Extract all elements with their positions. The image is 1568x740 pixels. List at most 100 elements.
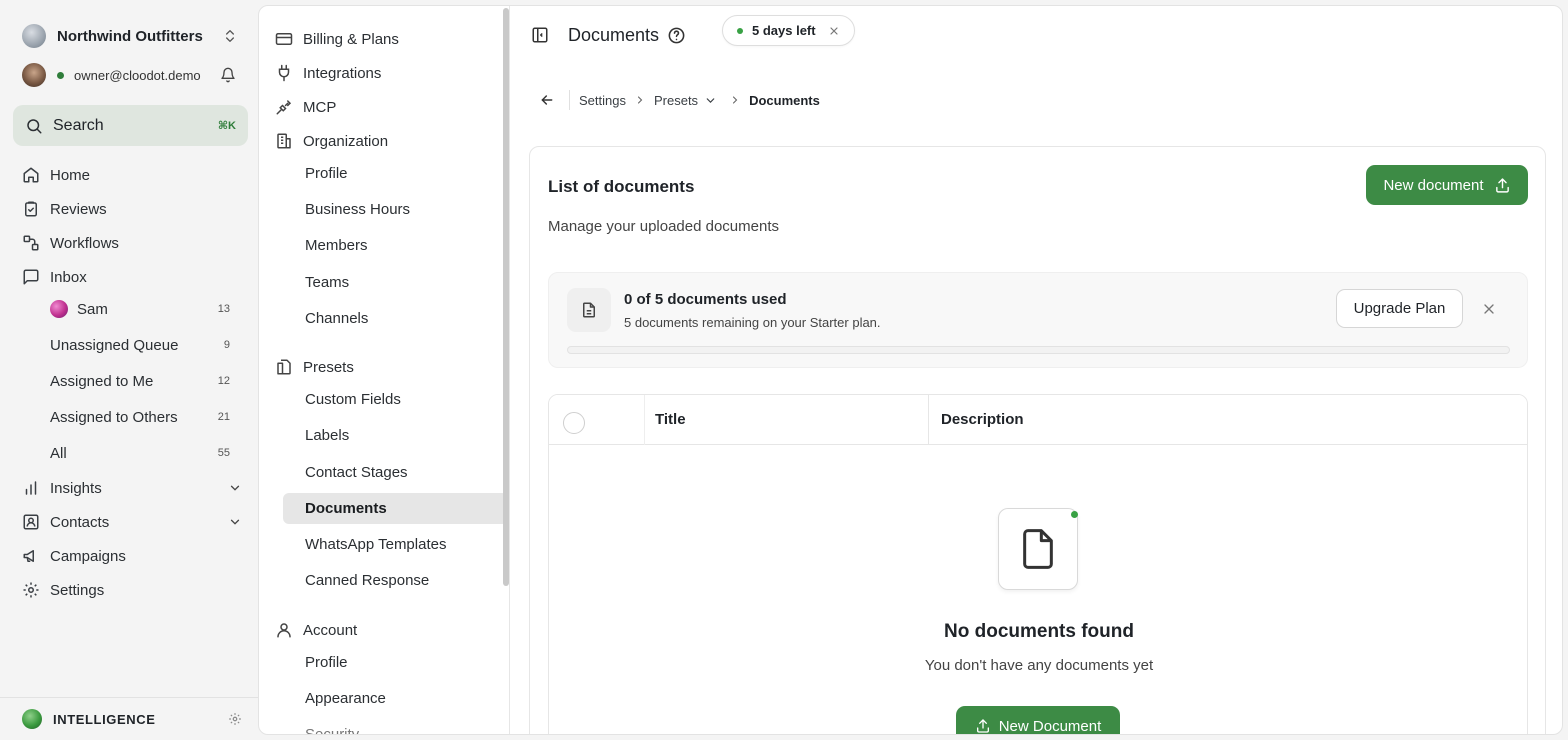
settings-appearance[interactable]: Appearance bbox=[283, 683, 508, 714]
inbox-item-label: All bbox=[50, 444, 67, 462]
avatar bbox=[50, 300, 68, 318]
empty-state-subtitle: You don't have any documents yet bbox=[924, 657, 1154, 674]
plug-connect-icon bbox=[275, 98, 293, 116]
message-square-icon bbox=[22, 268, 40, 286]
empty-state-title: No documents found bbox=[944, 621, 1134, 642]
settings-presets-label: Presets bbox=[303, 358, 354, 376]
chevron-down-icon[interactable] bbox=[704, 94, 717, 107]
settings-teams[interactable]: Teams bbox=[283, 267, 508, 298]
close-icon[interactable] bbox=[828, 25, 840, 37]
settings-account[interactable]: Account bbox=[275, 616, 505, 644]
nav-workflows-label: Workflows bbox=[50, 234, 119, 252]
search-button[interactable]: Search ⌘K bbox=[13, 105, 248, 146]
settings-labels[interactable]: Labels bbox=[283, 420, 508, 451]
inbox-item-label: Unassigned Queue bbox=[50, 336, 179, 354]
settings-integrations-label: Integrations bbox=[303, 64, 382, 82]
settings-documents[interactable]: Documents bbox=[283, 493, 508, 524]
inbox-item-assigned-to-me[interactable]: Assigned to Me 12 bbox=[38, 366, 238, 396]
help-circle-icon[interactable] bbox=[667, 26, 686, 45]
upgrade-plan-button[interactable]: Upgrade Plan bbox=[1336, 289, 1463, 328]
bell-icon[interactable] bbox=[220, 67, 236, 83]
documents-table: Title Description No documents found You… bbox=[548, 394, 1528, 734]
gear-icon[interactable] bbox=[228, 712, 242, 726]
settings-account-label: Account bbox=[303, 621, 358, 639]
settings-presets[interactable]: Presets bbox=[275, 353, 505, 381]
arrow-left-icon[interactable] bbox=[539, 92, 555, 108]
inbox-item-sam[interactable]: Sam 13 bbox=[38, 294, 238, 324]
settings-custom-fields[interactable]: Custom Fields bbox=[283, 384, 508, 415]
settings-channels[interactable]: Channels bbox=[283, 303, 508, 334]
settings-mcp-label: MCP bbox=[303, 98, 337, 116]
select-all-checkbox[interactable] bbox=[563, 412, 585, 434]
inbox-item-all[interactable]: All 55 bbox=[38, 438, 238, 468]
clipboard-check-icon bbox=[22, 200, 40, 218]
new-document-button[interactable]: New document bbox=[1366, 165, 1528, 205]
empty-new-document-button[interactable]: New Document bbox=[956, 706, 1120, 734]
settings-org-profile[interactable]: Profile bbox=[283, 158, 508, 189]
user-email: owner@cloodot.demo bbox=[74, 67, 201, 83]
settings-whatsapp-templates[interactable]: WhatsApp Templates bbox=[283, 529, 508, 560]
column-header-title[interactable]: Title bbox=[655, 411, 686, 428]
nav-home[interactable]: Home bbox=[12, 160, 248, 190]
intelligence-bar[interactable]: INTELLIGENCE bbox=[0, 697, 258, 740]
avatar bbox=[22, 63, 46, 87]
settings-account-profile[interactable]: Profile bbox=[283, 647, 508, 678]
settings-contact-stages[interactable]: Contact Stages bbox=[283, 457, 508, 488]
usage-progress-bar bbox=[567, 346, 1510, 354]
user-row[interactable]: owner@cloodot.demo bbox=[22, 62, 242, 88]
usage-subtitle: 5 documents remaining on your Starter pl… bbox=[624, 315, 881, 330]
inbox-item-unassigned[interactable]: Unassigned Queue 9 bbox=[38, 330, 238, 360]
settings-billing[interactable]: Billing & Plans bbox=[275, 25, 505, 53]
nav-campaigns[interactable]: Campaigns bbox=[12, 541, 248, 571]
main-card: Billing & Plans Integrations MCP Organiz… bbox=[258, 5, 1563, 735]
empty-document-icon bbox=[998, 508, 1078, 590]
nav-settings-label: Settings bbox=[50, 581, 105, 599]
trial-status-dot bbox=[737, 27, 743, 34]
settings-integrations[interactable]: Integrations bbox=[275, 59, 505, 87]
nav-inbox[interactable]: Inbox bbox=[12, 262, 248, 292]
sidebar-toggle-icon[interactable] bbox=[531, 26, 549, 44]
breadcrumb-presets[interactable]: Presets bbox=[654, 93, 698, 108]
table-header: Title Description bbox=[549, 395, 1527, 445]
settings-mcp[interactable]: MCP bbox=[275, 93, 505, 121]
org-switcher[interactable]: Northwind Outfitters bbox=[22, 22, 242, 50]
inbox-item-assigned-to-others[interactable]: Assigned to Others 21 bbox=[38, 402, 238, 432]
user-icon bbox=[275, 621, 293, 639]
plug-icon bbox=[275, 64, 293, 82]
nav-contacts-label: Contacts bbox=[50, 513, 110, 531]
nav-campaigns-label: Campaigns bbox=[50, 547, 126, 565]
content-area: Documents 5 days left Settings Presets D… bbox=[511, 6, 1562, 734]
close-icon[interactable] bbox=[1481, 301, 1497, 317]
workflow-icon bbox=[22, 234, 40, 252]
settings-business-hours[interactable]: Business Hours bbox=[283, 194, 508, 225]
panel-subtitle: Manage your uploaded documents bbox=[548, 218, 779, 235]
inbox-item-count: 9 bbox=[223, 339, 230, 351]
settings-scrollbar[interactable] bbox=[503, 8, 509, 586]
settings-billing-label: Billing & Plans bbox=[303, 30, 399, 48]
page-title: Documents bbox=[568, 25, 660, 45]
nav-settings[interactable]: Settings bbox=[12, 575, 248, 605]
trial-text: 5 days left bbox=[752, 23, 816, 38]
settings-security[interactable]: Security bbox=[283, 719, 508, 734]
column-header-description[interactable]: Description bbox=[941, 411, 1024, 428]
empty-status-dot bbox=[1071, 511, 1078, 518]
megaphone-icon bbox=[22, 547, 40, 565]
intelligence-label: INTELLIGENCE bbox=[53, 711, 156, 727]
settings-members[interactable]: Members bbox=[283, 230, 508, 261]
documents-panel: List of documents Manage your uploaded d… bbox=[529, 146, 1546, 734]
nav-insights[interactable]: Insights bbox=[12, 473, 248, 503]
settings-canned-response[interactable]: Canned Response bbox=[283, 565, 508, 596]
search-shortcut: ⌘K bbox=[217, 120, 236, 132]
file-stack-icon bbox=[275, 358, 293, 376]
breadcrumb-settings[interactable]: Settings bbox=[579, 93, 626, 108]
settings-organization[interactable]: Organization bbox=[275, 127, 505, 155]
panel-title: List of documents bbox=[548, 177, 695, 196]
nav-contacts[interactable]: Contacts bbox=[12, 507, 248, 537]
trial-badge: 5 days left bbox=[722, 15, 855, 46]
nav-workflows[interactable]: Workflows bbox=[12, 228, 248, 258]
inbox-item-count: 12 bbox=[217, 375, 230, 387]
new-document-label: New document bbox=[1383, 176, 1484, 194]
column-divider bbox=[644, 395, 645, 445]
inbox-item-label: Sam bbox=[77, 300, 108, 318]
nav-reviews[interactable]: Reviews bbox=[12, 194, 248, 224]
